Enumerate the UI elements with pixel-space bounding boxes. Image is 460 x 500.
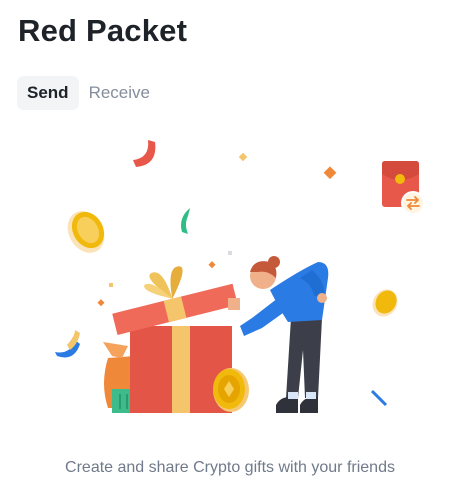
confetti-gray [228,251,232,255]
confetti-blue-line [370,389,388,407]
coin-left [67,211,105,253]
tab-receive[interactable]: Receive [89,76,150,110]
tab-send[interactable]: Send [17,76,79,110]
swap-icon [401,191,425,215]
confetti-green [181,208,190,234]
tab-bar: Send Receive [17,76,150,110]
confetti-red [133,140,156,167]
confetti-orange [323,166,337,180]
confetti-gold-small-2 [109,283,113,287]
confetti-gold-small [238,152,248,162]
empty-state-caption: Create and share Crypto gifts with your … [65,459,395,476]
coin-front [213,368,249,412]
gift-box-person-illustration [55,140,425,413]
confetti-orange-small-2 [97,299,105,307]
confetti-orange-small [208,261,216,269]
coin-right [372,289,398,317]
page-title: Red Packet [18,13,188,48]
